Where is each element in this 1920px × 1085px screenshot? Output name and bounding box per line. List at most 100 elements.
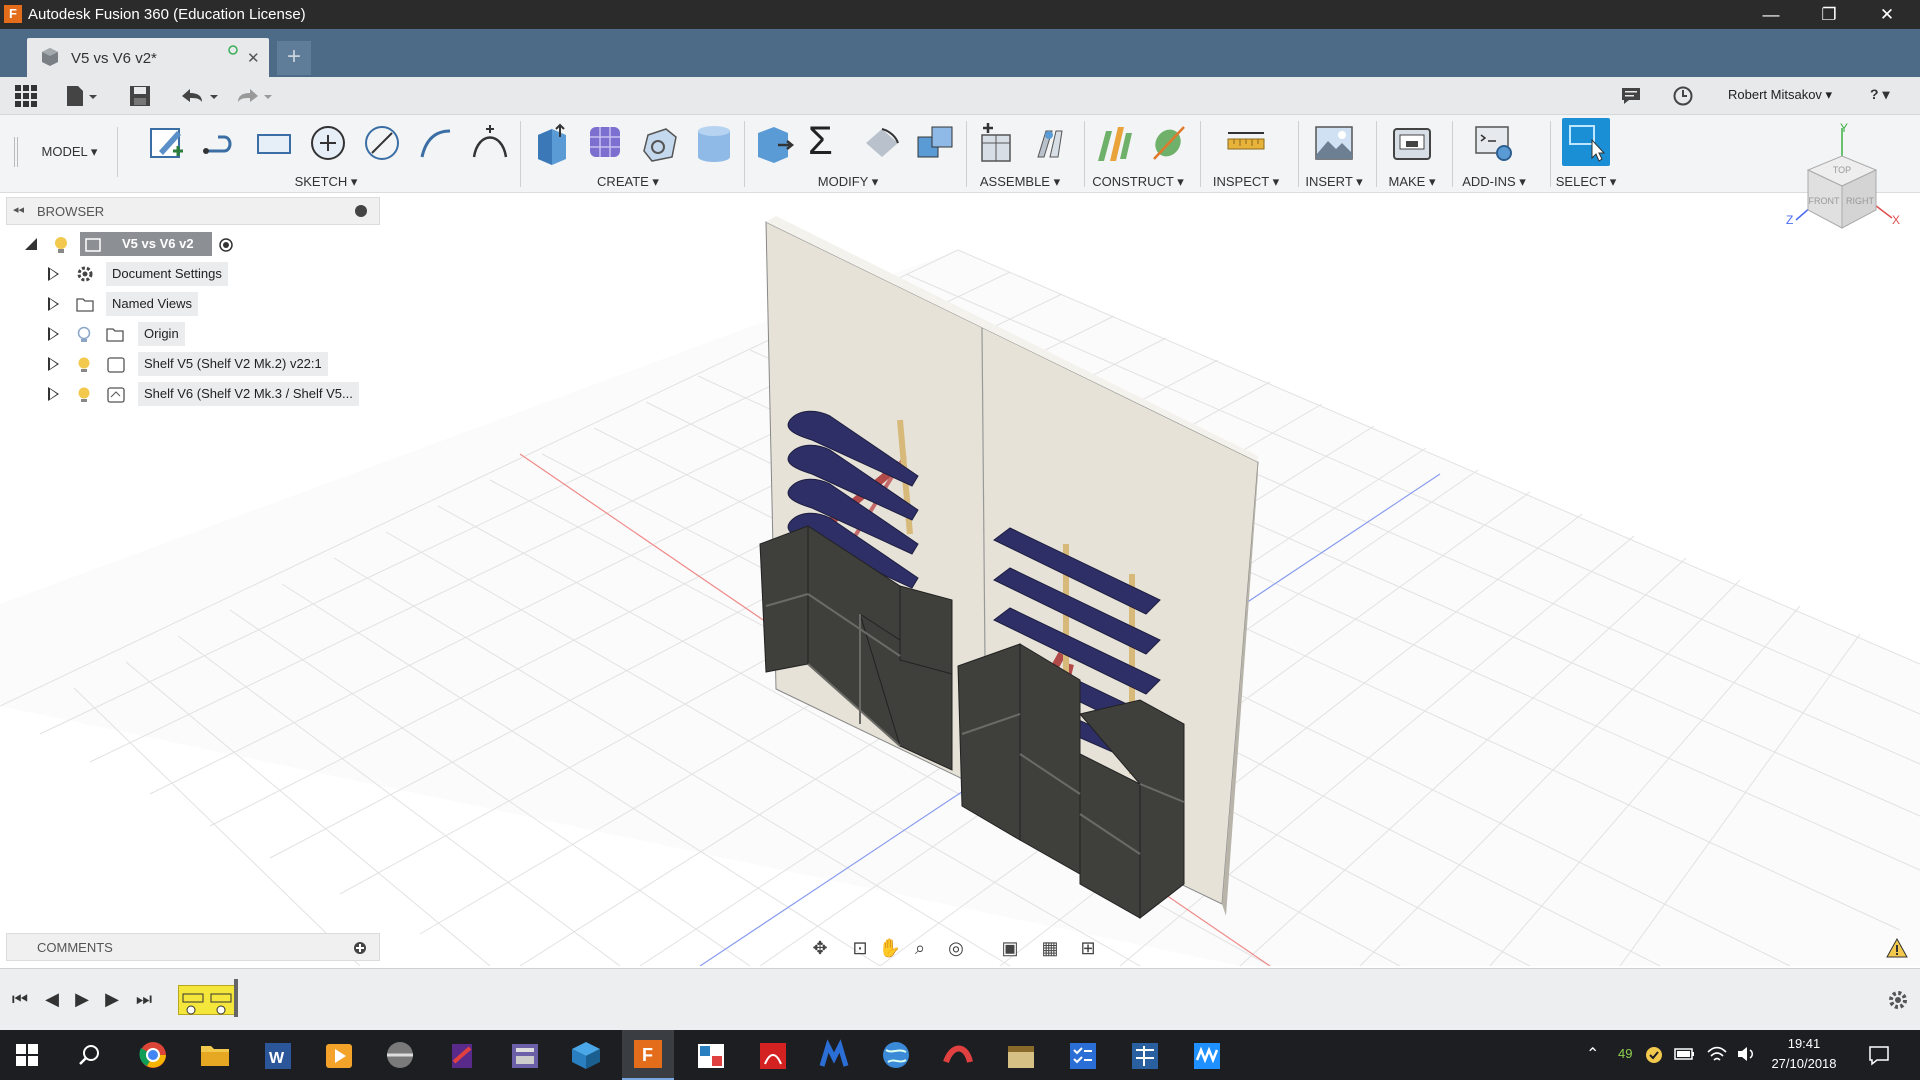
app-icon[interactable] (442, 1036, 482, 1074)
press-pull-icon[interactable] (752, 121, 796, 165)
addins-menu[interactable]: ADD-INS ▾ (1462, 174, 1526, 190)
display-settings-icon[interactable]: ▣ (996, 934, 1024, 962)
construct-menu[interactable]: CONSTRUCT ▾ (1092, 174, 1184, 190)
select-menu[interactable]: SELECT ▾ (1556, 174, 1616, 190)
3d-print-icon[interactable] (1390, 121, 1434, 165)
sphere-app-icon[interactable] (380, 1036, 420, 1074)
new-component-icon[interactable] (974, 121, 1018, 165)
viewcube-right-face[interactable]: RIGHT (1846, 196, 1875, 206)
browser-item-shelf-v5[interactable]: Shelf V5 (Shelf V2 Mk.2) v22:1 (0, 352, 380, 378)
3d-builder-icon[interactable] (566, 1036, 606, 1074)
timeline-go-start-icon[interactable]: ⏮ (8, 987, 32, 1011)
timeline-marker[interactable] (234, 979, 238, 1017)
look-at-icon[interactable]: ⊡ (846, 934, 874, 962)
timeline-step-forward-icon[interactable]: ▶ (100, 987, 124, 1011)
file-menu-icon[interactable] (64, 84, 98, 108)
language-app-icon[interactable] (1124, 1036, 1164, 1074)
line-icon[interactable] (198, 121, 242, 165)
viewports-icon[interactable]: ⊞ (1074, 934, 1102, 962)
browser-item-document-settings[interactable]: Document Settings (0, 262, 380, 288)
comments-panel-header[interactable]: COMMENTS (6, 933, 380, 961)
warning-icon[interactable] (1886, 938, 1908, 958)
tray-clock-date[interactable]: 27/10/2018 (1768, 1056, 1840, 1071)
redo-icon[interactable] (232, 84, 274, 108)
waves-app-icon[interactable] (1186, 1036, 1226, 1074)
archive-app-icon[interactable] (1000, 1036, 1040, 1074)
arc-icon[interactable] (360, 121, 404, 165)
browser-pin-icon[interactable] (355, 205, 367, 217)
browser-root-row[interactable]: V5 vs V6 v2 (0, 232, 380, 258)
browser-panel-header[interactable]: ◂◂ BROWSER (6, 197, 380, 225)
media-player-icon[interactable] (318, 1036, 358, 1074)
wifi-icon[interactable] (1706, 1044, 1728, 1064)
restore-button[interactable]: ❐ (1800, 0, 1858, 29)
measure-icon[interactable] (1224, 121, 1268, 165)
collapsed-arrow-icon[interactable] (48, 267, 59, 281)
create-sketch-icon[interactable] (145, 121, 189, 165)
create-menu[interactable]: CREATE ▾ (597, 174, 659, 190)
form-icon[interactable] (584, 121, 628, 165)
timeline-play-icon[interactable]: ▶ (70, 987, 94, 1011)
grid-settings-icon[interactable]: ▦ (1036, 934, 1064, 962)
add-comment-icon[interactable] (353, 941, 367, 955)
undo-icon[interactable] (178, 84, 220, 108)
red-app-icon[interactable] (938, 1036, 978, 1074)
windows-start-icon[interactable] (16, 1044, 38, 1066)
close-tab-button[interactable]: ✕ (247, 49, 260, 67)
tray-overflow-chevron-icon[interactable]: ⌃ (1586, 1044, 1599, 1064)
timeline-go-end-icon[interactable]: ⏭ (132, 987, 156, 1011)
scripts-addins-icon[interactable] (1472, 121, 1516, 165)
viewcube-top-face[interactable]: TOP (1833, 165, 1851, 175)
browser-item-origin[interactable]: Origin (0, 322, 380, 348)
file-explorer-icon[interactable] (195, 1036, 235, 1074)
combine-icon[interactable] (914, 121, 958, 165)
new-tab-button[interactable]: + (277, 41, 311, 75)
battery-icon[interactable] (1674, 1047, 1696, 1061)
data-panel-grid-icon[interactable] (14, 84, 38, 108)
orbit-icon[interactable]: ✥ (806, 934, 834, 962)
minimize-button[interactable]: — (1742, 0, 1800, 29)
conic-curve-icon[interactable] (468, 121, 512, 165)
browser-item-named-views[interactable]: Named Views (0, 292, 380, 318)
taskbar-fusion-active[interactable]: F (622, 1030, 674, 1080)
close-window-button[interactable]: ✕ (1858, 0, 1916, 29)
image-viewer-icon[interactable] (690, 1036, 730, 1074)
spline-icon[interactable] (414, 121, 458, 165)
insert-canvas-icon[interactable] (1312, 121, 1356, 165)
help-menu[interactable]: ? ▾ (1870, 86, 1889, 103)
job-status-clock-icon[interactable] (1672, 85, 1694, 107)
collapsed-arrow-icon[interactable] (48, 357, 59, 371)
volume-icon[interactable] (1736, 1044, 1758, 1064)
activate-component-radio-icon[interactable] (218, 237, 234, 253)
viewcube-front-face[interactable]: FRONT (1809, 196, 1840, 206)
visibility-bulb-icon[interactable] (52, 235, 70, 255)
calculator-app-icon[interactable] (504, 1036, 544, 1074)
rectangle-icon[interactable] (252, 121, 296, 165)
collapse-browser-icon[interactable]: ◂◂ (13, 203, 24, 216)
revolve-icon[interactable] (638, 121, 682, 165)
tray-clock-time[interactable]: 19:41 (1772, 1036, 1836, 1051)
search-icon[interactable] (78, 1044, 100, 1066)
browser-item-shelf-v6[interactable]: Shelf V6 (Shelf V2 Mk.3 / Shelf V5... (0, 382, 380, 408)
inspect-menu[interactable]: INSPECT ▾ (1213, 174, 1279, 190)
chrome-icon[interactable] (133, 1036, 173, 1074)
pan-hand-icon[interactable]: ✋ (876, 934, 904, 962)
axis-through-cylinder-icon[interactable] (1146, 121, 1190, 165)
extrude-icon[interactable] (530, 121, 574, 165)
word-icon[interactable]: W (257, 1036, 297, 1074)
joint-icon[interactable] (1028, 121, 1072, 165)
workspace-switcher[interactable]: MODEL ▾ (22, 127, 118, 177)
fillet-icon[interactable] (860, 121, 904, 165)
visibility-bulb-icon[interactable] (76, 355, 92, 375)
tray-security-icon[interactable] (1644, 1045, 1664, 1065)
cylinder-icon[interactable] (692, 121, 736, 165)
notifications-icon[interactable] (1620, 85, 1642, 107)
document-tab[interactable]: V5 vs V6 v2* ✕ (27, 38, 269, 77)
timeline-settings-gear-icon[interactable] (1887, 989, 1909, 1011)
timeline-step-back-icon[interactable]: ◀ (40, 987, 64, 1011)
make-menu[interactable]: MAKE ▾ (1389, 174, 1436, 190)
user-account-menu[interactable]: Robert Mitsakov ▾ (1728, 87, 1832, 103)
collapsed-arrow-icon[interactable] (48, 387, 59, 401)
action-center-icon[interactable] (1868, 1044, 1890, 1066)
collapsed-arrow-icon[interactable] (48, 297, 59, 311)
